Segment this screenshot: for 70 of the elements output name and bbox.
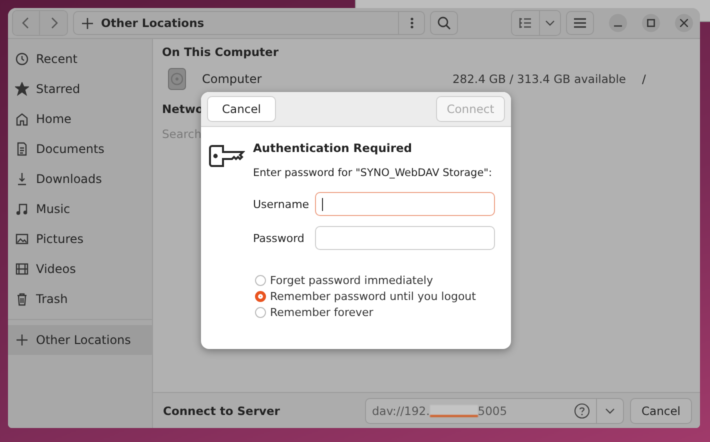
- pictures-icon: [15, 232, 29, 246]
- menu-icon: [574, 18, 586, 28]
- option-label: Forget password immediately: [270, 274, 433, 286]
- downloads-icon: [15, 172, 29, 186]
- forward-button[interactable]: [40, 11, 67, 35]
- videos-icon: [15, 262, 29, 276]
- help-icon[interactable]: [574, 402, 590, 418]
- maximize-icon: [647, 19, 655, 27]
- maximize-button[interactable]: [642, 14, 660, 32]
- mount-point: /: [642, 72, 647, 86]
- sidebar-item[interactable]: Starred: [8, 74, 152, 104]
- search-icon: [437, 16, 451, 30]
- field-label: Password: [253, 232, 306, 244]
- sidebar-item[interactable]: Music: [8, 194, 152, 224]
- dialog-prompt: Enter password for "SYNO_WebDAV Storage":: [253, 167, 494, 179]
- more-icon: [410, 17, 414, 29]
- back-icon: [21, 17, 31, 29]
- storage-usage: 282.4 GB / 313.4 GB available: [451, 72, 626, 86]
- blurred-text: [430, 404, 478, 416]
- radio-button[interactable]: [255, 274, 266, 286]
- music-icon: [15, 202, 29, 216]
- minimize-button[interactable]: [609, 14, 627, 32]
- radio-button[interactable]: [255, 306, 266, 318]
- recent-icon: [15, 52, 29, 66]
- close-icon: [680, 19, 688, 27]
- list-view-button[interactable]: [512, 11, 540, 35]
- sidebar-item[interactable]: Downloads: [8, 164, 152, 194]
- location-label: Other Locations: [101, 16, 206, 30]
- forward-icon: [48, 17, 58, 29]
- dialog-title: Authentication Required: [253, 141, 414, 155]
- key-icon: [209, 145, 245, 167]
- sidebar-item[interactable]: Other Locations: [8, 325, 152, 355]
- documents-icon: [15, 142, 29, 156]
- sidebar-item[interactable]: Trash: [8, 284, 152, 314]
- sidebar-item[interactable]: Home: [8, 104, 152, 134]
- computer-row[interactable]: Computer 282.4 GB / 313.4 GB available /: [162, 63, 700, 95]
- location-bar[interactable]: Other Locations: [73, 11, 425, 35]
- caret-icon: [545, 20, 555, 26]
- cancel-button[interactable]: Cancel: [630, 398, 692, 424]
- list-icon: [519, 17, 532, 29]
- trash-icon: [15, 292, 29, 306]
- option-label: Remember password until you logout: [270, 290, 476, 302]
- radio-option[interactable]: Remember password until you logout: [255, 288, 503, 304]
- section-heading: On This Computer: [162, 44, 278, 61]
- radio-button[interactable]: [255, 290, 266, 302]
- sidebar-item[interactable]: Recent: [8, 44, 152, 74]
- home-icon: [15, 112, 29, 126]
- back-button[interactable]: [13, 11, 40, 35]
- other-icon: [15, 333, 29, 347]
- option-label: Remember forever: [270, 306, 374, 318]
- cancel-button[interactable]: Cancel: [207, 96, 276, 122]
- computer-name: Computer: [202, 72, 263, 86]
- close-button[interactable]: [675, 14, 693, 32]
- connect-to-server-label: Connect to Server: [163, 404, 281, 418]
- plus-icon: [82, 18, 93, 28]
- starred-icon: [15, 82, 29, 96]
- sidebar-item[interactable]: Videos: [8, 254, 152, 284]
- input-field[interactable]: [315, 192, 495, 216]
- radio-option[interactable]: Remember forever: [255, 304, 503, 320]
- search-button[interactable]: [430, 11, 458, 35]
- field-label: Username: [253, 198, 310, 210]
- input-field[interactable]: [315, 226, 495, 250]
- radio-option[interactable]: Forget password immediately: [255, 272, 503, 288]
- sidebar-item[interactable]: Pictures: [8, 224, 152, 254]
- caret-icon: [605, 408, 615, 414]
- server-address-field[interactable]: dav://192. 5005: [365, 398, 597, 424]
- menu-button[interactable]: [566, 11, 594, 35]
- address-text: dav://192.: [372, 404, 430, 418]
- address-port: 5005: [478, 404, 508, 418]
- sidebar-item[interactable]: Documents: [8, 134, 152, 164]
